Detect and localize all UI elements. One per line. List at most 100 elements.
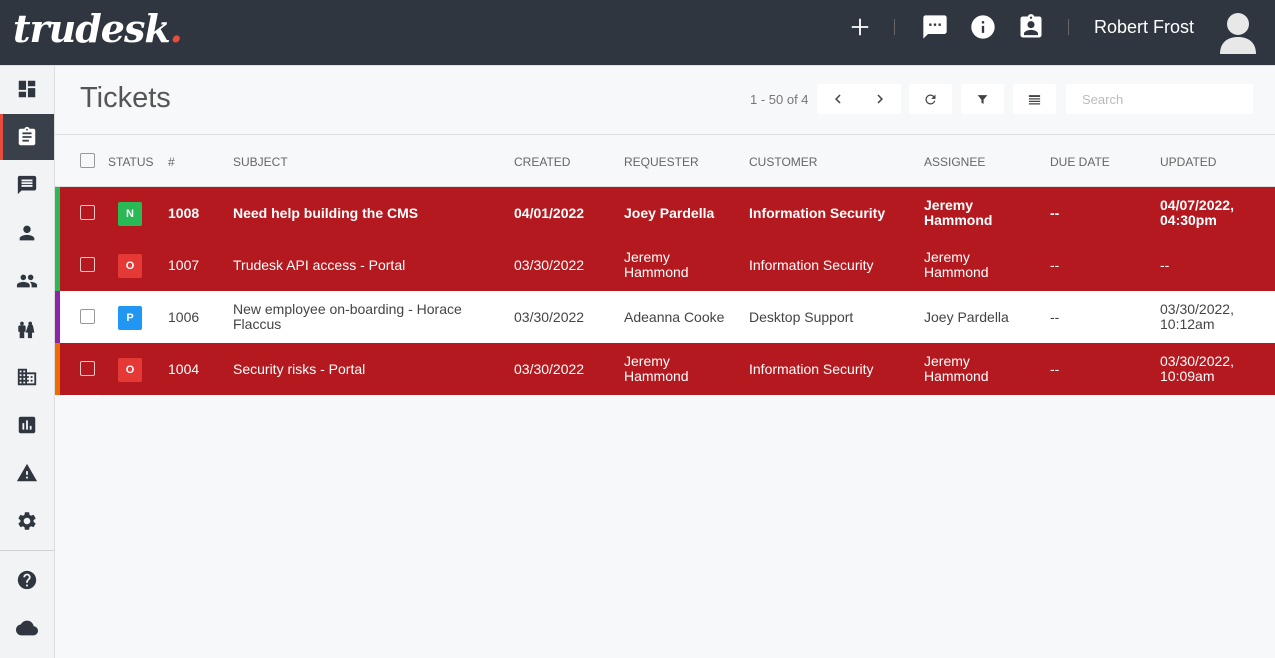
ticket-subject[interactable]: Security risks - Portal [233, 343, 498, 395]
ticket-updated: 03/30/2022, 10:09am [1160, 353, 1234, 384]
ticket-assignee: Joey Pardella [924, 308, 1009, 325]
ticket-number[interactable]: 1006 [168, 291, 199, 343]
next-page-button[interactable] [859, 90, 901, 108]
search-input[interactable] [1066, 84, 1253, 114]
ticket-due-date: -- [1050, 360, 1060, 377]
sidebar-item-groups[interactable] [0, 258, 54, 304]
assignment-icon[interactable] [1017, 13, 1045, 41]
status-badge: O [118, 254, 142, 278]
user-name[interactable]: Robert Frost [1094, 17, 1194, 38]
priority-stripe [55, 291, 60, 343]
prev-page-button[interactable] [817, 90, 859, 108]
ticket-customer: Information Security [749, 204, 886, 221]
row-checkbox[interactable] [80, 205, 95, 220]
row-checkbox[interactable] [80, 309, 95, 324]
topbar-divider [1068, 19, 1069, 35]
notices-icon [16, 463, 38, 482]
table-row[interactable]: O 1007 Trudesk API access - Portal 03/30… [55, 239, 1275, 291]
sidebar-item-teams[interactable] [0, 306, 54, 352]
messages-icon [17, 175, 37, 195]
table-row[interactable]: N 1008 Need help building the CMS 04/01/… [55, 187, 1275, 239]
priority-stripe [55, 187, 60, 239]
row-focus-indicator [60, 395, 100, 397]
page-title: Tickets [80, 82, 171, 114]
pagination-buttons [817, 84, 901, 114]
ticket-assignee: Jeremy Hammond [924, 197, 993, 228]
sidebar-item-dashboard[interactable] [0, 66, 54, 112]
accounts-icon [19, 225, 35, 241]
ticket-due-date: -- [1050, 256, 1060, 273]
ticket-due-date: -- [1050, 204, 1060, 221]
status-badge: P [118, 306, 142, 330]
filter-button[interactable] [961, 84, 1004, 114]
ticket-assignee: Jeremy Hammond [924, 353, 989, 384]
help-icon [17, 570, 37, 590]
column-header-number[interactable]: # [168, 155, 175, 169]
sidebar-divider [0, 550, 54, 551]
column-header-updated[interactable]: UPDATED [1160, 155, 1216, 169]
priority-stripe [55, 239, 60, 291]
sidebar-item-settings[interactable] [0, 498, 54, 544]
reports-icon [18, 416, 36, 434]
add-icon[interactable] [846, 13, 874, 41]
ticket-assignee: Jeremy Hammond [924, 249, 989, 280]
refresh-icon [925, 94, 936, 104]
ticket-subject[interactable]: New employee on-boarding - Horace Flaccu… [233, 291, 498, 343]
column-header-assignee[interactable]: ASSIGNEE [924, 155, 985, 169]
ticket-number[interactable]: 1008 [168, 187, 199, 239]
ticket-updated: 03/30/2022, 10:12am [1160, 301, 1234, 332]
teams-icon [18, 321, 35, 339]
ticket-number[interactable]: 1004 [168, 343, 199, 395]
sidebar-item-help[interactable] [0, 557, 54, 603]
cloud-icon [16, 620, 38, 636]
view-options-button[interactable] [1013, 84, 1056, 114]
sidebar-item-departments[interactable] [0, 354, 54, 400]
top-bar: trudesk. Robert Frost [0, 0, 1275, 66]
sidebar-item-messages[interactable] [0, 162, 54, 208]
pagination-info: 1 - 50 of 4 [750, 92, 809, 107]
select-all-checkbox[interactable] [80, 153, 95, 168]
column-header-customer[interactable]: CUSTOMER [749, 155, 817, 169]
ticket-created: 04/01/2022 [514, 204, 585, 221]
ticket-requester: Adeanna Cooke [624, 308, 725, 325]
ticket-customer: Information Security [749, 256, 874, 273]
column-header-created[interactable]: CREATED [514, 155, 570, 169]
avatar[interactable] [1218, 10, 1258, 54]
departments-icon [17, 368, 37, 386]
ticket-number[interactable]: 1007 [168, 239, 199, 291]
row-checkbox[interactable] [80, 361, 95, 376]
chevron-right-icon [877, 94, 883, 104]
dashboard-icon [18, 80, 36, 98]
chat-icon[interactable] [921, 13, 949, 41]
table-row[interactable]: P 1006 New employee on-boarding - Horace… [55, 291, 1275, 343]
chevron-left-icon [835, 94, 841, 104]
sidebar-item-cloud[interactable] [0, 605, 54, 651]
ticket-updated: 04/07/2022, 04:30pm [1160, 197, 1234, 228]
table-row[interactable]: O 1004 Security risks - Portal 03/30/202… [55, 343, 1275, 395]
sidebar-item-accounts[interactable] [0, 210, 54, 256]
settings-icon [18, 512, 36, 530]
ticket-subject[interactable]: Need help building the CMS [233, 187, 498, 239]
column-header-requester[interactable]: REQUESTER [624, 155, 699, 169]
filter-icon [977, 94, 988, 104]
main-content: Tickets 1 - 50 of 4 STATUS # SUBJECT CRE… [55, 66, 1275, 658]
topbar-divider [894, 19, 895, 35]
sidebar-item-notices[interactable] [0, 450, 54, 496]
ticket-requester: Jeremy Hammond [624, 353, 689, 384]
refresh-button[interactable] [909, 84, 952, 114]
info-icon[interactable] [969, 13, 997, 41]
column-header-due-date[interactable]: DUE DATE [1050, 155, 1110, 169]
ticket-requester: Jeremy Hammond [624, 249, 689, 280]
tickets-icon [18, 126, 36, 146]
column-header-status[interactable]: STATUS [108, 155, 154, 169]
ticket-requester: Joey Pardella [624, 204, 715, 221]
ticket-created: 03/30/2022 [514, 360, 585, 377]
ticket-subject[interactable]: Trudesk API access - Portal [233, 239, 498, 291]
app-logo[interactable]: trudesk. [13, 6, 183, 51]
row-checkbox[interactable] [80, 257, 95, 272]
ticket-customer: Desktop Support [749, 308, 854, 325]
sidebar-item-tickets[interactable] [0, 114, 54, 160]
sidebar-item-reports[interactable] [0, 402, 54, 448]
column-header-subject[interactable]: SUBJECT [233, 155, 288, 169]
ticket-customer: Information Security [749, 360, 874, 377]
